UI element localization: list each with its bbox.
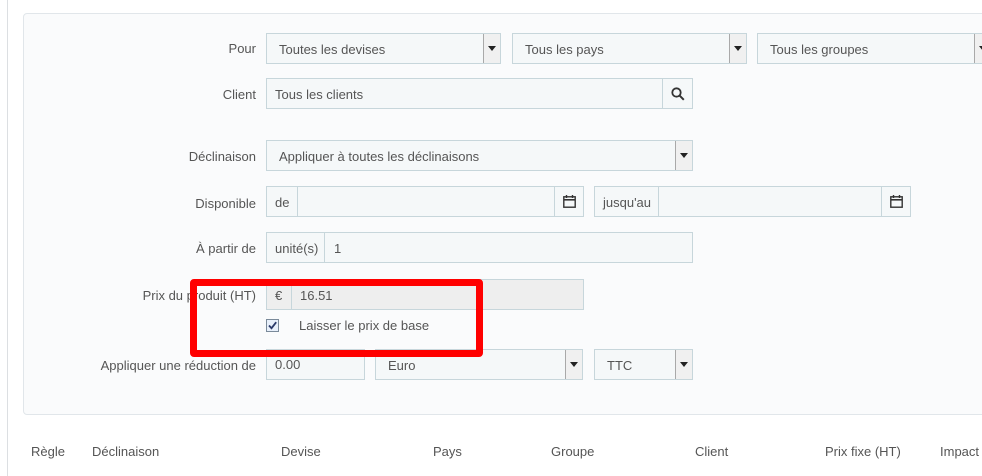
- date-to-prefix-text: jusqu'au: [603, 195, 652, 210]
- group-select-value: Tous les groupes: [770, 42, 869, 57]
- prix-produit-label: Prix du produit (HT): [142, 288, 256, 303]
- reduction-tax-value: TTC: [607, 358, 633, 373]
- currency-select[interactable]: Toutes les devises: [266, 33, 501, 64]
- column-header-client: Client: [695, 444, 729, 459]
- date-to-prefix: jusqu'au: [595, 187, 659, 216]
- date-from-field[interactable]: de: [266, 186, 584, 217]
- quantity-unit-text: unité(s): [275, 241, 319, 256]
- column-header-prix-fixe: Prix fixe (HT): [825, 444, 901, 459]
- column-header-pays: Pays: [433, 444, 462, 459]
- currency-select-value: Toutes les devises: [279, 42, 386, 57]
- currency-symbol: €: [275, 288, 283, 303]
- combination-select[interactable]: Appliquer à toutes les déclinaisons: [266, 140, 693, 171]
- column-header-regle: Règle: [31, 444, 65, 459]
- date-to-field[interactable]: jusqu'au: [594, 186, 911, 217]
- search-icon: [671, 87, 685, 101]
- a-partir-de-label: À partir de: [196, 241, 256, 256]
- product-price-value: 16.51: [300, 288, 333, 303]
- date-from-prefix-text: de: [275, 195, 290, 210]
- column-header-declinaison: Déclinaison: [92, 444, 160, 459]
- column-header-impact: Impact: [940, 444, 980, 459]
- product-price-field[interactable]: € 16.51: [266, 279, 584, 310]
- reduction-label: Appliquer une réduction de: [100, 358, 256, 373]
- calendar-icon: [563, 195, 576, 208]
- keep-base-price-checkbox[interactable]: [266, 319, 279, 332]
- client-search-field[interactable]: Tous les clients: [266, 78, 693, 109]
- combination-select-value: Appliquer à toutes les déclinaisons: [279, 149, 480, 164]
- client-search-value: Tous les clients: [275, 87, 364, 102]
- chevron-down-icon: [729, 34, 746, 63]
- reduction-type-value: Euro: [388, 358, 416, 373]
- page-left-border: [7, 0, 8, 476]
- from-quantity-value: 1: [334, 241, 342, 256]
- reduction-tax-select[interactable]: TTC: [594, 349, 693, 380]
- reduction-type-select[interactable]: Euro: [375, 349, 583, 380]
- country-select[interactable]: Tous les pays: [512, 33, 747, 64]
- column-header-groupe: Groupe: [551, 444, 595, 459]
- disponible-label: Disponible: [195, 196, 256, 211]
- from-quantity-field[interactable]: unité(s) 1: [266, 232, 693, 263]
- group-select[interactable]: Tous les groupes: [757, 33, 982, 64]
- chevron-down-icon: [565, 350, 582, 379]
- date-from-calendar-button[interactable]: [554, 187, 583, 216]
- chevron-down-icon: [675, 141, 692, 170]
- date-from-prefix: de: [267, 187, 298, 216]
- currency-prefix: €: [267, 280, 292, 309]
- calendar-icon: [890, 195, 903, 208]
- chevron-down-icon: [974, 34, 982, 63]
- date-to-calendar-button[interactable]: [881, 187, 910, 216]
- declinaison-label: Déclinaison: [188, 149, 256, 164]
- pour-label: Pour: [228, 41, 256, 56]
- checkmark-icon: [268, 321, 277, 330]
- chevron-down-icon: [675, 350, 692, 379]
- quantity-unit-prefix: unité(s): [267, 233, 325, 262]
- chevron-down-icon: [483, 34, 500, 63]
- keep-base-price-label[interactable]: Laisser le prix de base: [299, 318, 429, 333]
- reduction-amount-value: 0.00: [275, 357, 301, 372]
- reduction-amount-field[interactable]: 0.00: [266, 349, 365, 380]
- client-label: Client: [222, 87, 256, 102]
- country-select-value: Tous les pays: [525, 42, 604, 57]
- client-search-button[interactable]: [662, 79, 692, 108]
- column-header-devise: Devise: [281, 444, 321, 459]
